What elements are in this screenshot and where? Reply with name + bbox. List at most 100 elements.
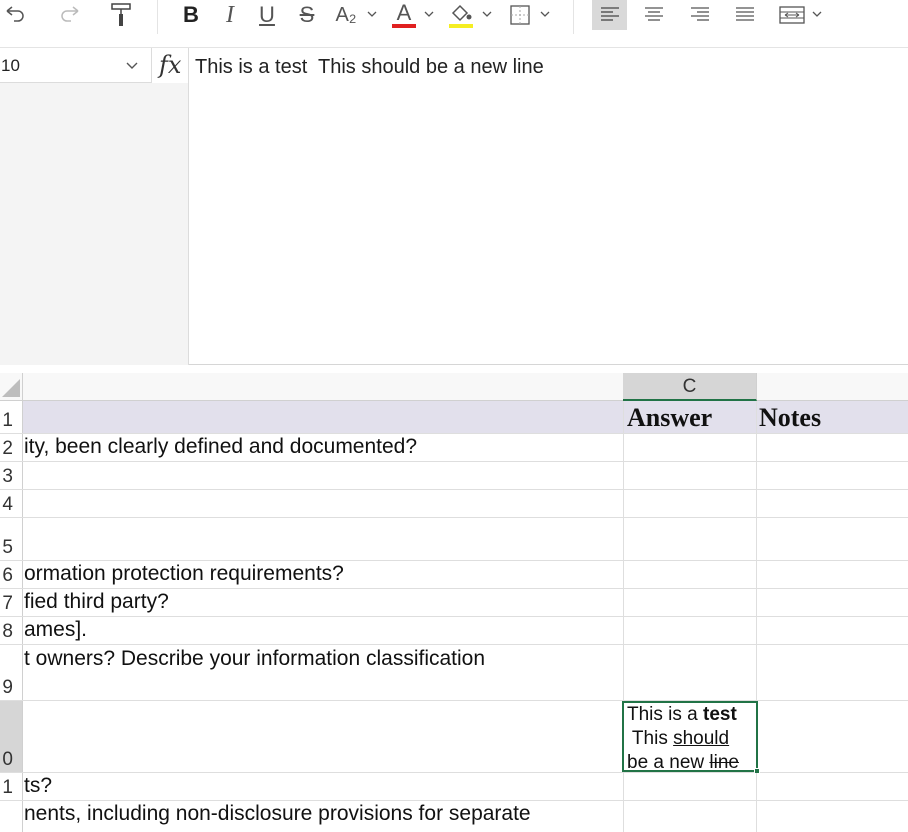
cell-a[interactable]: ts? — [23, 773, 623, 800]
cell-c[interactable] — [623, 462, 757, 489]
cell-a-text: ormation protection requirements? — [24, 562, 344, 585]
italic-icon[interactable]: I — [216, 0, 244, 30]
cell-c[interactable] — [623, 434, 757, 461]
row-header[interactable]: 8 — [0, 617, 23, 644]
cell-d[interactable] — [757, 518, 908, 560]
cell-d[interactable] — [757, 645, 908, 700]
cell-d[interactable] — [757, 462, 908, 489]
rich-text-underline: should — [673, 728, 730, 749]
row-header[interactable]: 2 — [0, 434, 23, 461]
row-header[interactable]: 6 — [0, 561, 23, 588]
cell-c[interactable] — [623, 645, 757, 700]
cell-a[interactable]: ity, been clearly defined and documented… — [23, 434, 623, 461]
name-box[interactable]: 10 — [0, 48, 152, 83]
table-row: 2 ity, been clearly defined and document… — [0, 434, 908, 462]
row-header-selected[interactable]: 0 — [0, 701, 23, 772]
cell-d[interactable] — [757, 701, 908, 772]
cell-a[interactable]: ormation protection requirements? — [23, 561, 623, 588]
cell-a[interactable]: fied third party? — [23, 589, 623, 616]
merge-cells-icon[interactable] — [776, 0, 808, 30]
table-row: 7 fied third party? — [0, 589, 908, 617]
cell-a[interactable] — [23, 401, 623, 433]
cell-a[interactable] — [23, 701, 623, 772]
font-color-button[interactable]: A — [390, 0, 418, 30]
notes-header: Notes — [759, 403, 822, 432]
row-header[interactable]: 4 — [0, 490, 23, 517]
cell-a[interactable]: nents, including non-disclosure provisio… — [23, 801, 623, 832]
cell-c[interactable] — [623, 617, 757, 644]
borders-dropdown-icon[interactable] — [540, 9, 550, 19]
cell-d[interactable] — [757, 561, 908, 588]
format-painter-icon[interactable] — [106, 0, 136, 30]
cell-c[interactable] — [623, 801, 757, 832]
row-header[interactable]: 9 — [0, 645, 23, 700]
subscript-dropdown-icon[interactable] — [367, 9, 377, 19]
cell-c[interactable] — [623, 773, 757, 800]
cell-answer-header[interactable]: Answer — [623, 401, 757, 433]
cell-d[interactable] — [757, 617, 908, 644]
active-cell[interactable]: This is a test This should be a new line — [622, 701, 760, 775]
row-number: 0 — [2, 749, 13, 770]
rich-text: This — [627, 728, 674, 749]
fx-icon: fx — [159, 51, 182, 79]
cell-d[interactable] — [757, 801, 908, 832]
row-header[interactable]: 7 — [0, 589, 23, 616]
row-header[interactable]: 5 — [0, 518, 23, 560]
toolbar: B I U S A₂ A — [0, 0, 908, 34]
sheet-grid: C 1 Answer Notes 2 ity, been clearly def… — [0, 373, 908, 832]
align-right-icon[interactable] — [685, 0, 715, 30]
active-cell-content: This is a test This should be a new line — [627, 703, 759, 775]
strikethrough-icon[interactable]: S — [293, 0, 321, 30]
row-number: 4 — [2, 494, 13, 515]
cell-c[interactable] — [623, 561, 757, 588]
cell-a[interactable] — [23, 518, 623, 560]
cell-d[interactable] — [757, 589, 908, 616]
align-left-icon[interactable] — [592, 0, 627, 30]
formula-bar-sidebar — [0, 83, 189, 365]
cell-a[interactable] — [23, 462, 623, 489]
cell-a[interactable]: ames]. — [23, 617, 623, 644]
cell-c[interactable] — [623, 589, 757, 616]
fill-color-dropdown-icon[interactable] — [482, 9, 492, 19]
fill-color-icon[interactable] — [446, 0, 476, 30]
merge-dropdown-icon[interactable] — [812, 9, 822, 19]
row-header[interactable]: 1 — [0, 401, 23, 433]
table-row: 6 ormation protection requirements? — [0, 561, 908, 589]
row-header[interactable]: 1 — [0, 773, 23, 800]
row-number: 3 — [2, 466, 13, 487]
borders-icon[interactable] — [506, 0, 534, 30]
formula-input[interactable]: This is a test This should be a new line — [195, 56, 544, 79]
select-all-corner[interactable] — [0, 373, 23, 401]
row-number: 5 — [2, 537, 13, 558]
table-row: 4 — [0, 490, 908, 518]
rich-line-3: be a new line — [627, 751, 759, 775]
row-number: 1 — [2, 777, 13, 798]
cell-c[interactable] — [623, 490, 757, 517]
undo-icon[interactable] — [0, 0, 30, 30]
bold-icon[interactable]: B — [176, 0, 206, 30]
underline-icon[interactable]: U — [253, 0, 281, 30]
cell-a-text: t owners? Describe your information clas… — [24, 647, 486, 670]
row-header[interactable]: 3 — [0, 462, 23, 489]
redo-icon[interactable] — [56, 0, 84, 30]
cell-a[interactable]: t owners? Describe your information clas… — [23, 645, 623, 700]
column-header-row: C — [0, 373, 908, 401]
font-color-icon: A — [396, 0, 412, 25]
chevron-down-icon[interactable] — [126, 60, 138, 70]
cell-c[interactable] — [623, 518, 757, 560]
justify-icon[interactable] — [730, 0, 760, 30]
subscript-icon[interactable]: A₂ — [331, 0, 361, 30]
rich-line-1: This is a test — [627, 703, 759, 727]
cell-notes-header[interactable]: Notes — [757, 401, 908, 433]
cell-a[interactable] — [23, 490, 623, 517]
answer-header: Answer — [627, 403, 713, 432]
row-header[interactable] — [0, 801, 23, 832]
cell-d[interactable] — [757, 434, 908, 461]
cell-d[interactable] — [757, 490, 908, 517]
column-header-c[interactable]: C — [623, 373, 757, 401]
cell-d[interactable] — [757, 773, 908, 800]
font-color-dropdown-icon[interactable] — [424, 9, 434, 19]
table-row: nents, including non-disclosure provisio… — [0, 801, 908, 832]
fx-button[interactable]: fx — [152, 48, 189, 83]
align-center-icon[interactable] — [639, 0, 669, 30]
